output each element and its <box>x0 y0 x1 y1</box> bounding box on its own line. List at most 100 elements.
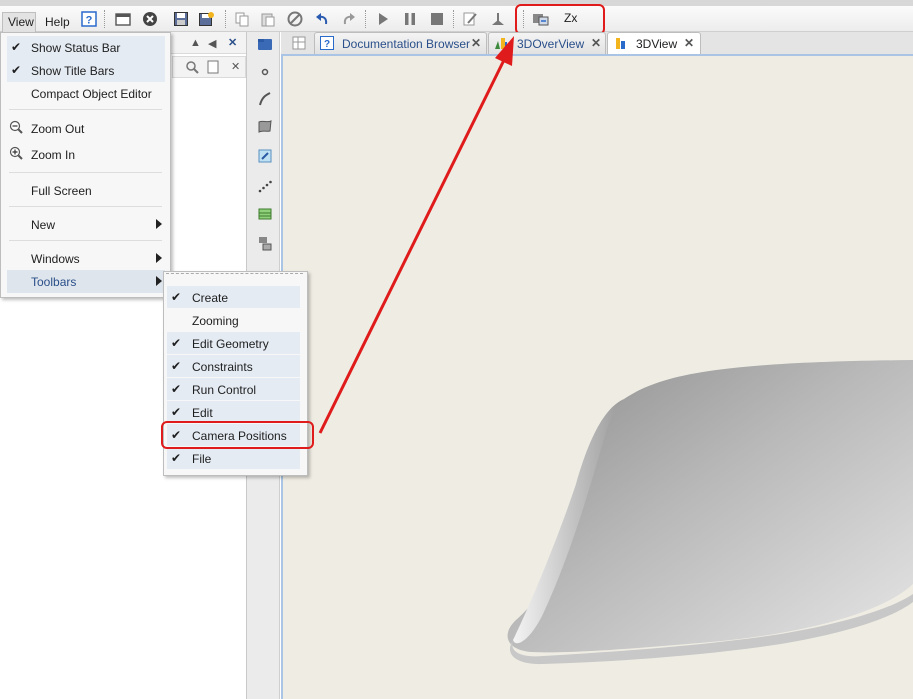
submenu-arrow-icon <box>156 253 162 263</box>
chart-icon <box>494 36 508 50</box>
menu-item-show-title-bars[interactable]: ✔ Show Title Bars <box>7 59 165 82</box>
checkmark-icon: ✔ <box>171 451 182 465</box>
tab-label: Documentation Browser <box>342 37 471 51</box>
tab-label: 3DView <box>636 37 678 51</box>
surface-icon[interactable] <box>256 117 274 135</box>
tab-close-icon[interactable]: ✕ <box>684 36 694 50</box>
toolbar-separator <box>365 10 366 28</box>
checkmark-icon: ✔ <box>171 382 182 396</box>
undo-icon[interactable] <box>313 10 331 28</box>
toolbar-separator <box>453 10 454 28</box>
search-icon[interactable] <box>185 60 199 77</box>
pause-icon[interactable] <box>401 10 419 28</box>
zoom-out-icon <box>9 120 23 137</box>
submenu-item-label: Create <box>192 291 229 305</box>
dock-header: ▲ ◀ ✕ <box>166 32 246 54</box>
submenu-item-label: Constraints <box>192 360 253 374</box>
float-icon[interactable] <box>207 60 219 77</box>
help-icon[interactable]: ? <box>80 10 98 28</box>
submenu-item-label: Zooming <box>192 314 239 328</box>
close-icon[interactable] <box>141 10 159 28</box>
toolbar-separator <box>225 10 226 28</box>
menu-item-show-status-bar[interactable]: ✔ Show Status Bar <box>7 36 165 59</box>
curve-icon[interactable] <box>256 90 274 108</box>
arrow-left-icon[interactable]: ◀ <box>208 37 216 50</box>
menu-item-label: Zoom Out <box>31 122 85 136</box>
menu-item-label: New <box>31 218 56 232</box>
redo-icon[interactable] <box>340 10 358 28</box>
submenu-item-create[interactable]: ✔ Create <box>167 286 300 308</box>
save-icon[interactable] <box>172 10 190 28</box>
menu-item-compact-object-editor[interactable]: Compact Object Editor <box>7 82 165 105</box>
submenu-item-label: Run Control <box>192 383 257 397</box>
submenu-item-zooming[interactable]: Zooming <box>167 309 300 331</box>
dock-close-icon[interactable]: ✕ <box>228 36 237 49</box>
menu-separator <box>9 240 162 241</box>
checkmark-icon: ✔ <box>11 40 22 54</box>
stop-sign-icon[interactable] <box>286 10 304 28</box>
dock-subheader: ✕ <box>172 56 246 78</box>
tab-3dview[interactable]: 3DView ✕ <box>607 32 701 55</box>
menu-separator <box>9 172 162 173</box>
menu-item-new[interactable]: New <box>7 213 165 236</box>
svg-text:?: ? <box>86 15 93 27</box>
3d-viewport[interactable] <box>281 54 913 699</box>
checkmark-icon: ✔ <box>11 63 22 77</box>
menu-item-full-screen[interactable]: Full Screen <box>7 179 165 202</box>
tab-overview-icon[interactable] <box>292 36 306 53</box>
grid-surface-icon[interactable] <box>256 205 274 223</box>
camera-base-icon[interactable] <box>489 10 507 28</box>
submenu-item-run-control[interactable]: ✔ Run Control <box>167 378 300 400</box>
menubar: View Help <box>0 6 913 32</box>
menu-item-toolbars[interactable]: Toolbars <box>7 270 165 293</box>
tab-3doverview[interactable]: 3DOverView ✕ <box>488 32 606 54</box>
submenu-arrow-icon <box>156 219 162 229</box>
submenu-item-label: Edit Geometry <box>192 337 269 351</box>
tab-label: 3DOverView <box>517 37 585 51</box>
checkmark-icon: ✔ <box>171 336 182 350</box>
tab-close-icon[interactable]: ✕ <box>591 36 601 50</box>
toolbar-separator <box>104 10 105 28</box>
menu-help[interactable]: Help <box>40 12 75 32</box>
open-icon[interactable] <box>114 10 132 28</box>
checkmark-icon: ✔ <box>171 405 182 419</box>
menu-item-label: Toolbars <box>31 275 77 289</box>
submenu-item-label: File <box>192 452 212 466</box>
view-menu-dropdown: ✔ Show Status Bar ✔ Show Title Bars Comp… <box>0 32 171 298</box>
menu-separator <box>9 206 162 207</box>
submenu-item-constraints[interactable]: ✔ Constraints <box>167 355 300 377</box>
edit-icon[interactable] <box>461 10 479 28</box>
submenu-item-edit[interactable]: ✔ Edit <box>167 401 300 423</box>
plane-icon[interactable] <box>256 147 274 165</box>
assembly-icon[interactable] <box>256 234 274 252</box>
stop-icon[interactable] <box>428 10 446 28</box>
arrow-up-icon[interactable]: ▲ <box>190 37 201 49</box>
camera-positions-highlight-box <box>161 421 314 449</box>
new-object-icon[interactable] <box>256 35 274 53</box>
menu-view[interactable]: View <box>2 12 36 32</box>
point-icon[interactable] <box>256 63 274 81</box>
chart-icon <box>613 36 627 50</box>
camera-toolbar-highlight-box <box>515 4 605 35</box>
paste-icon[interactable] <box>259 10 277 28</box>
submenu-item-label: Edit <box>192 406 213 420</box>
tab-documentation-browser[interactable]: ? Documentation Browser ✕ <box>314 32 487 54</box>
tear-off-line[interactable] <box>166 273 303 274</box>
submenu-arrow-icon <box>156 276 162 286</box>
zoom-in-icon <box>9 146 23 163</box>
checkmark-icon: ✔ <box>171 359 182 373</box>
submenu-item-edit-geometry[interactable]: ✔ Edit Geometry <box>167 332 300 354</box>
menu-item-label: Show Title Bars <box>31 64 115 78</box>
menu-item-windows[interactable]: Windows <box>7 247 165 270</box>
play-icon[interactable] <box>374 10 392 28</box>
submenu-item-file[interactable]: ✔ File <box>167 447 300 469</box>
menu-item-zoom-out[interactable]: Zoom Out <box>7 117 165 140</box>
save-all-icon[interactable] <box>197 10 215 28</box>
copy-icon[interactable] <box>233 10 251 28</box>
panel-close-icon[interactable]: ✕ <box>231 60 240 73</box>
dotted-line-icon[interactable] <box>256 177 274 195</box>
menu-separator <box>9 109 162 110</box>
menu-item-zoom-in[interactable]: Zoom In <box>7 143 165 166</box>
svg-text:?: ? <box>324 39 330 50</box>
tab-close-icon[interactable]: ✕ <box>471 36 481 50</box>
